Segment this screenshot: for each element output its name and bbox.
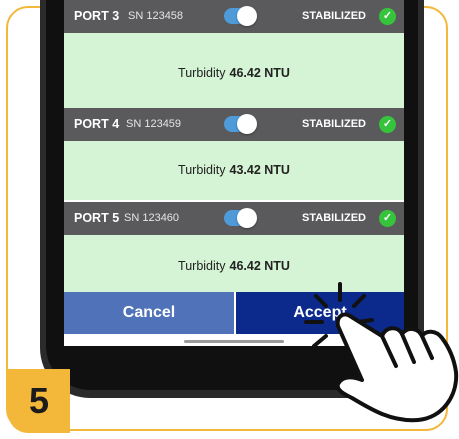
status-text: STABILIZED <box>302 10 366 22</box>
port-header-5: PORT 5 SN 123460 STABILIZED ✓ <box>64 202 404 235</box>
toggle-knob <box>237 6 257 26</box>
port-serial: SN 123460 <box>124 212 180 224</box>
port-name: PORT 4 <box>74 117 120 131</box>
port-name: PORT 5 <box>74 211 120 225</box>
home-indicator <box>184 340 284 343</box>
check-circle-icon: ✓ <box>379 116 396 133</box>
reading-value: 46.42 NTU <box>229 259 290 273</box>
reading-label: Turbidity <box>178 66 226 80</box>
port-serial: SN 123459 <box>126 118 182 130</box>
reading-panel-4: Turbidity 43.42 NTU <box>64 141 404 200</box>
check-circle-icon: ✓ <box>379 210 396 227</box>
reading-value: 43.42 NTU <box>229 163 290 177</box>
reading-value: 46.42 NTU <box>229 66 290 80</box>
check-circle-icon: ✓ <box>379 8 396 25</box>
status-text: STABILIZED <box>302 118 366 130</box>
status-text: STABILIZED <box>302 212 366 224</box>
reading-label: Turbidity <box>178 259 226 273</box>
port-header-4: PORT 4 SN 123459 STABILIZED ✓ <box>64 108 404 141</box>
port-toggle[interactable] <box>224 114 257 134</box>
reading-label: Turbidity <box>178 163 226 177</box>
toggle-knob <box>237 208 257 228</box>
port-header-3: PORT 3 SN 123458 STABILIZED ✓ <box>64 0 404 33</box>
port-toggle[interactable] <box>224 6 257 26</box>
toggle-knob <box>237 114 257 134</box>
port-toggle[interactable] <box>224 208 257 228</box>
port-name: PORT 3 <box>74 9 120 23</box>
step-number-badge: 5 <box>8 369 70 433</box>
port-serial: SN 123458 <box>128 10 184 22</box>
cancel-button[interactable]: Cancel <box>64 292 234 334</box>
reading-panel-3: Turbidity 46.42 NTU <box>64 33 404 110</box>
tapping-hand-icon <box>304 282 459 423</box>
